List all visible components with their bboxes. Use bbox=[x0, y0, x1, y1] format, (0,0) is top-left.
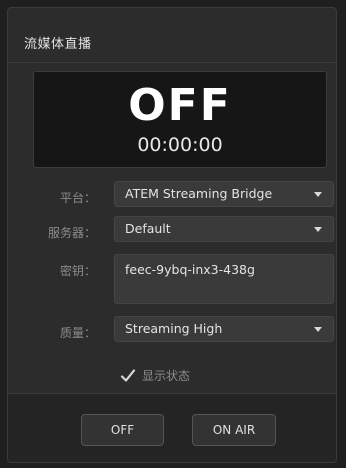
key-input[interactable]: feec-9ybq-inx3-438g bbox=[114, 254, 334, 304]
streaming-panel: 流媒体直播 OFF 00:00:00 平台： ATEM Streaming Br… bbox=[7, 7, 337, 463]
platform-label: 平台： bbox=[59, 191, 96, 205]
chevron-down-icon bbox=[314, 192, 322, 197]
on-air-button[interactable]: ON AIR bbox=[192, 414, 276, 446]
stream-timer: 00:00:00 bbox=[137, 134, 223, 156]
stream-state: OFF bbox=[128, 80, 232, 131]
platform-select[interactable]: ATEM Streaming Bridge bbox=[114, 181, 334, 207]
off-button[interactable]: OFF bbox=[81, 414, 164, 446]
quality-value: Streaming High bbox=[125, 321, 223, 336]
platform-value: ATEM Streaming Bridge bbox=[125, 186, 273, 201]
button-bar: OFF ON AIR bbox=[8, 393, 336, 462]
panel-title: 流媒体直播 bbox=[24, 37, 92, 52]
title-divider bbox=[8, 62, 336, 63]
server-value: Default bbox=[125, 221, 171, 236]
quality-select[interactable]: Streaming High bbox=[114, 316, 334, 342]
key-label: 密钥： bbox=[59, 264, 96, 278]
chevron-down-icon bbox=[314, 227, 322, 232]
show-status-label: 显示状态 bbox=[142, 369, 191, 383]
status-display: OFF 00:00:00 bbox=[33, 71, 327, 168]
chevron-down-icon bbox=[314, 327, 322, 332]
quality-label: 质量： bbox=[59, 326, 96, 340]
show-status-checkbox[interactable]: 显示状态 bbox=[120, 367, 190, 384]
checkmark-icon bbox=[120, 368, 136, 384]
server-label: 服务器： bbox=[47, 226, 96, 240]
server-select[interactable]: Default bbox=[114, 216, 334, 242]
